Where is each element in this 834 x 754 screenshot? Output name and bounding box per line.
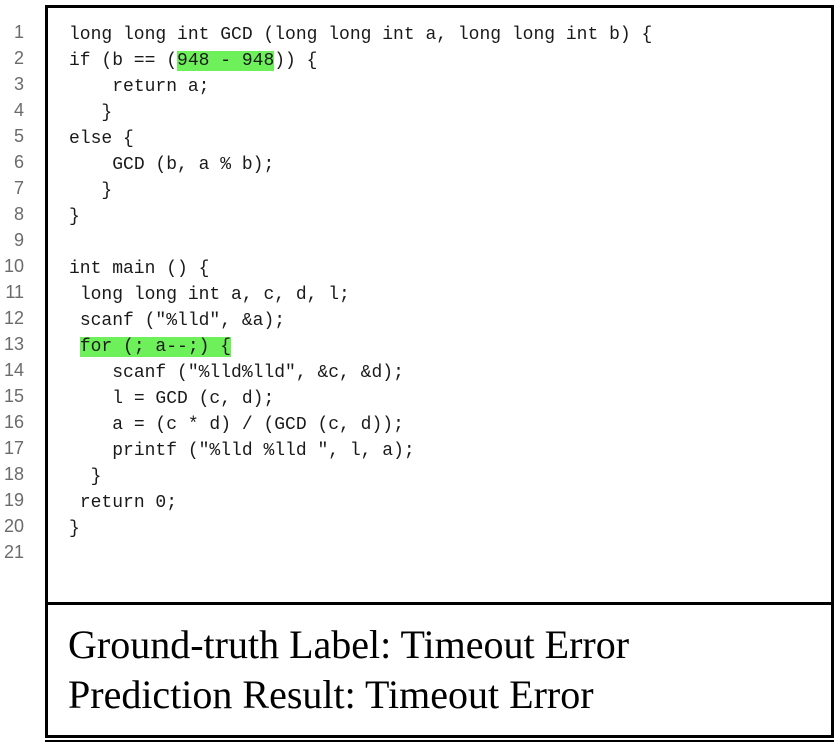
code-text: } — [101, 181, 113, 201]
code-line: scanf ("%lld%lld", &c, &d); — [48, 360, 831, 386]
code-block: long long int GCD (long long int a, long… — [48, 22, 831, 602]
code-text: scanf ("%lld%lld", &c, &d); — [112, 363, 404, 383]
line-number: 2 — [13, 48, 24, 68]
code-line: } — [48, 516, 831, 542]
code-line: return a; — [48, 74, 831, 100]
line-number: 6 — [13, 152, 24, 172]
code-line: return 0; — [48, 490, 831, 516]
code-text: scanf ("%lld", &a); — [79, 311, 286, 331]
code-text: } — [69, 519, 80, 539]
line-number: 8 — [13, 204, 24, 224]
line-number: 3 — [13, 74, 24, 94]
code-text: long long int a, c, d, l; — [79, 285, 350, 305]
line-number: 16 — [3, 412, 24, 432]
highlighted-code: for (; a--;) { — [79, 337, 232, 357]
code-line: printf ("%lld %lld ", l, a); — [48, 438, 831, 464]
code-text: printf ("%lld %lld ", l, a); — [112, 441, 415, 461]
code-panel: long long int GCD (long long int a, long… — [45, 5, 834, 742]
code-text: } — [69, 207, 80, 227]
code-text: long long int GCD (long long int a, long… — [69, 25, 653, 45]
code-text: a = (c * d) / (GCD (c, d)); — [112, 415, 404, 435]
line-number: 17 — [3, 438, 24, 458]
code-line: } — [48, 464, 831, 490]
line-number: 19 — [3, 490, 24, 510]
line-number-gutter: 1 2 3 4 5 6 7 8 9 10 11 12 13 14 15 16 17 18 19 20 21 — [0, 19, 24, 565]
code-line: } — [48, 100, 831, 126]
code-line: } — [48, 204, 831, 230]
code-text: int main () { — [69, 259, 210, 279]
line-number: 11 — [5, 282, 24, 302]
code-text: return 0; — [79, 493, 178, 513]
code-line: if (b == (948 - 948)) { — [48, 48, 831, 74]
line-number: 4 — [13, 100, 24, 120]
code-line: long long int GCD (long long int a, long… — [48, 22, 831, 48]
line-number: 14 — [3, 360, 24, 380]
code-line: long long int a, c, d, l; — [48, 282, 831, 308]
code-line: } — [48, 178, 831, 204]
line-number: 21 — [3, 542, 24, 562]
code-line: else { — [48, 126, 831, 152]
code-text: } — [90, 467, 102, 487]
result-box: Ground-truth Label: Timeout Error Predic… — [68, 620, 629, 720]
code-text: l = GCD (c, d); — [112, 389, 275, 409]
code-line: a = (c * d) / (GCD (c, d)); — [48, 412, 831, 438]
ground-truth-label: Ground-truth Label: Timeout Error — [68, 622, 630, 667]
divider — [48, 602, 831, 605]
code-text: } — [101, 103, 113, 123]
line-number: 18 — [3, 464, 24, 484]
line-number: 7 — [13, 178, 24, 198]
code-text: else { — [69, 129, 134, 149]
line-number: 12 — [3, 308, 24, 328]
code-line: scanf ("%lld", &a); — [48, 308, 831, 334]
code-text: GCD (b, a % b); — [112, 155, 275, 175]
line-number: 1 — [13, 22, 24, 42]
code-line: GCD (b, a % b); — [48, 152, 831, 178]
code-text: if (b == ( — [69, 51, 178, 71]
highlighted-code: 948 - 948 — [177, 51, 275, 71]
line-number: 10 — [3, 256, 24, 276]
code-line: l = GCD (c, d); — [48, 386, 831, 412]
line-number: 9 — [13, 230, 24, 250]
code-line: int main () { — [48, 256, 831, 282]
code-line: for (; a--;) { — [48, 334, 831, 360]
line-number: 13 — [3, 334, 24, 354]
code-text: return a; — [112, 77, 210, 97]
code-text-after: )) { — [274, 51, 318, 71]
line-number: 20 — [3, 516, 24, 536]
line-number: 15 — [3, 386, 24, 406]
prediction-result: Prediction Result: Timeout Error — [68, 672, 594, 717]
line-number: 5 — [13, 126, 24, 146]
